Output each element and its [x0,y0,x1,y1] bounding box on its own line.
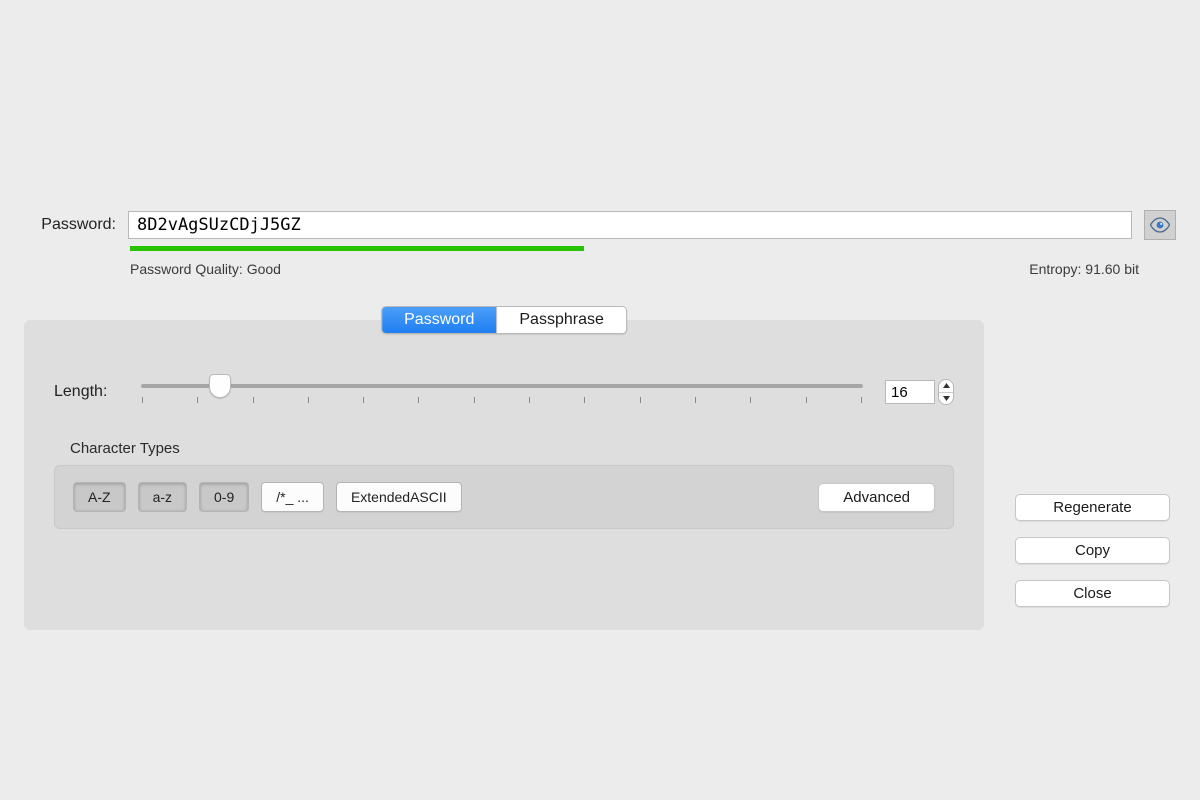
tab-passphrase[interactable]: Passphrase [496,307,626,333]
stepper-up-button[interactable] [939,380,953,393]
length-stepper [885,379,954,405]
strength-row: Password Quality: Good Entropy: 91.60 bi… [130,246,1139,277]
slider-ticks [141,397,863,407]
eye-icon [1149,217,1171,233]
chevron-up-icon [943,383,950,388]
copy-button[interactable]: Copy [1015,537,1170,564]
stepper-down-button[interactable] [939,393,953,405]
password-generator-window: Password: Password Quality: Good Entropy… [0,0,1200,800]
regenerate-button[interactable]: Regenerate [1015,494,1170,521]
password-label: Password: [24,216,116,234]
chartype-upper-button[interactable]: A-Z [73,482,126,512]
slider-track [141,384,863,388]
close-button[interactable]: Close [1015,580,1170,607]
chevron-down-icon [943,396,950,401]
length-row: Length: [54,375,954,409]
slider-thumb[interactable] [209,374,231,398]
character-types-box: A-Z a-z 0-9 /*_ ... ExtendedASCII Advanc… [54,465,954,529]
character-types-label: Character Types [70,440,954,457]
entropy-label: Entropy: 91.60 bit [1029,261,1139,277]
toggle-visibility-button[interactable] [1144,210,1176,240]
chartype-digits-button[interactable]: 0-9 [199,482,249,512]
chartype-symbols-button[interactable]: /*_ ... [261,482,324,512]
length-label: Length: [54,383,119,401]
advanced-button[interactable]: Advanced [818,483,935,512]
password-row: Password: [24,210,1176,240]
length-slider[interactable] [141,375,863,409]
strength-bar-fill [130,246,584,251]
quality-label: Password Quality: Good [130,261,281,277]
mode-segmented-control: Password Passphrase [381,306,627,334]
tab-password[interactable]: Password [382,307,496,333]
password-input[interactable] [128,211,1132,239]
length-stepper-buttons [938,379,954,405]
action-buttons: Regenerate Copy Close [1015,494,1170,607]
strength-bar [130,246,1139,251]
chartype-lower-button[interactable]: a-z [138,482,187,512]
character-types-group: Character Types A-Z a-z 0-9 /*_ ... Exte… [54,440,954,529]
options-panel: Password Passphrase Length: [24,320,984,630]
length-input[interactable] [885,380,935,404]
chartype-extascii-button[interactable]: ExtendedASCII [336,482,462,512]
